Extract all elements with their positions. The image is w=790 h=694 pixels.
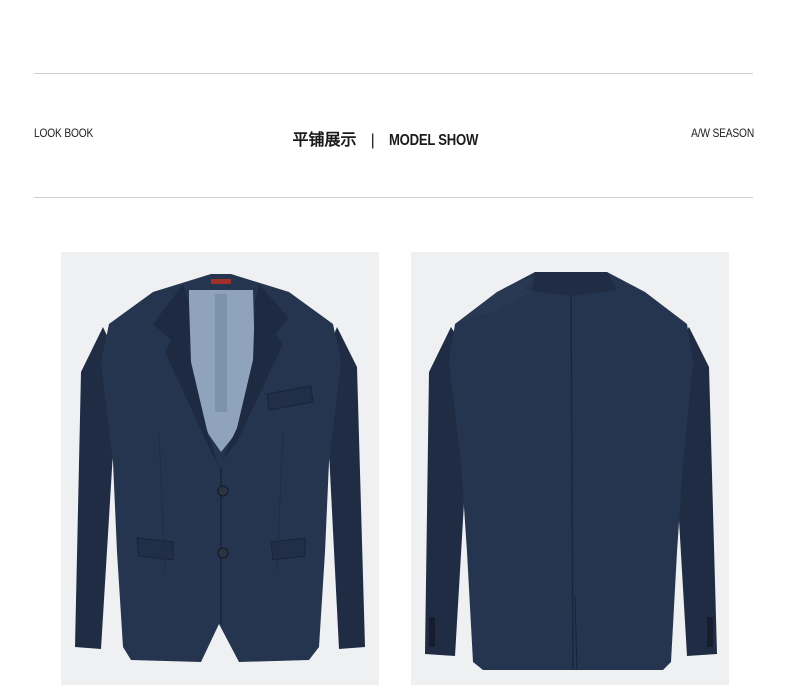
top-divider (34, 73, 753, 74)
season-label: A/W SEASON (691, 126, 754, 140)
section-title: 平铺展示 | MODEL SHOW (0, 126, 790, 150)
jacket-back-photo (411, 252, 729, 685)
jacket-front-photo (61, 252, 379, 685)
bottom-divider (34, 197, 753, 198)
section-title-en: MODEL SHOW (388, 132, 478, 149)
section-title-cn: 平铺展示 (292, 130, 357, 149)
title-separator: | (370, 132, 375, 149)
